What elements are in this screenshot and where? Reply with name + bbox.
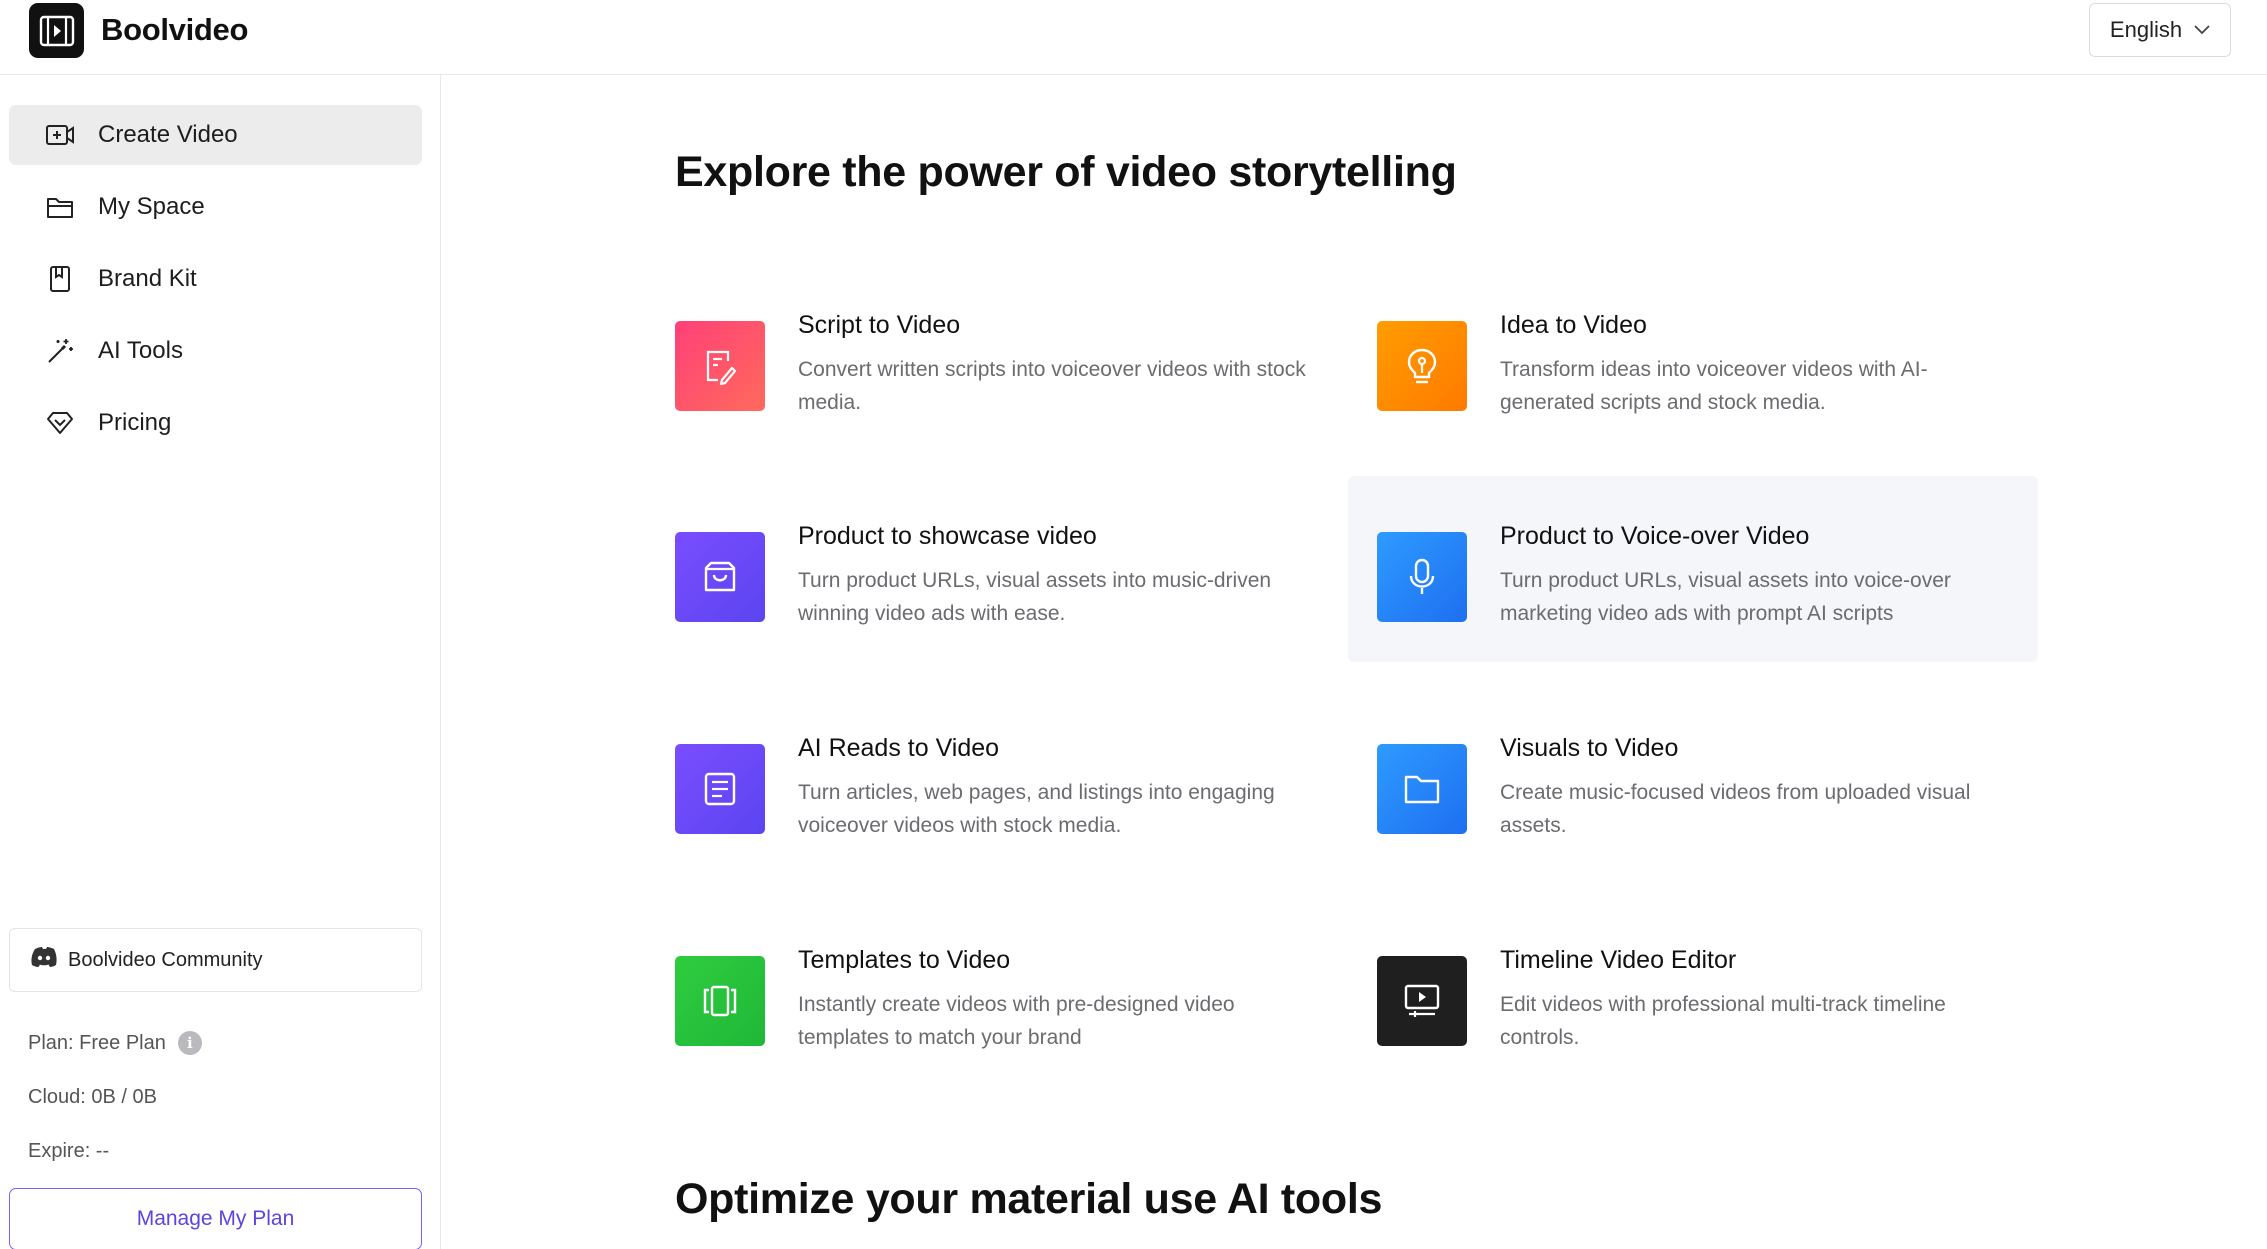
card-title: Product to showcase video: [798, 522, 1097, 550]
card-timeline-video-editor[interactable]: Timeline Video Editor Edit videos with p…: [1348, 915, 2038, 1101]
lightbulb-icon: [1377, 321, 1467, 411]
manage-plan-button[interactable]: Manage My Plan: [9, 1188, 422, 1249]
section-title-ai-tools: Optimize your material use AI tools: [675, 1175, 1383, 1223]
microphone-icon: [1377, 532, 1467, 622]
templates-icon: [675, 956, 765, 1046]
card-title: AI Reads to Video: [798, 734, 1000, 762]
card-title: Timeline Video Editor: [1500, 946, 1737, 974]
expire-label: Expire: --: [28, 1140, 110, 1162]
card-description: Turn articles, web pages, and listings i…: [798, 781, 1275, 837]
card-product-voiceover-video[interactable]: Product to Voice-over Video Turn product…: [1348, 476, 2038, 662]
card-description: Instantly create videos with pre-designe…: [798, 993, 1235, 1049]
sidebar: Create Video My Space Brand Kit AI Tools…: [0, 75, 441, 1249]
card-idea-to-video[interactable]: Idea to Video Transform ideas into voice…: [1348, 280, 2038, 466]
sidebar-item-label: My Space: [98, 193, 205, 220]
folder-icon: [44, 191, 76, 223]
sidebar-item-label: Brand Kit: [98, 265, 197, 292]
card-title: Templates to Video: [798, 946, 1011, 974]
sidebar-item-label: AI Tools: [98, 337, 183, 364]
timeline-editor-icon: [1377, 956, 1467, 1046]
folder-icon: [1377, 744, 1467, 834]
top-header: Boolvideo English: [0, 0, 2267, 75]
page-title: Explore the power of video storytelling: [675, 148, 1457, 196]
card-description: Convert written scripts into voiceover v…: [798, 358, 1306, 414]
card-ai-reads-to-video[interactable]: AI Reads to Video Turn articles, web pag…: [646, 703, 1336, 889]
sidebar-item-create-video[interactable]: Create Video: [9, 105, 422, 165]
community-label: Boolvideo Community: [68, 948, 263, 971]
sidebar-item-label: Create Video: [98, 121, 238, 148]
discord-icon: [30, 946, 58, 974]
language-selector[interactable]: English: [2089, 3, 2231, 57]
info-icon[interactable]: i: [177, 1031, 202, 1055]
cloud-label: Cloud: 0B / 0B: [28, 1086, 157, 1108]
brand-name[interactable]: Boolvideo: [101, 10, 248, 50]
chevron-down-icon: [2194, 25, 2210, 35]
magic-wand-icon: [44, 335, 76, 367]
sidebar-item-ai-tools[interactable]: AI Tools: [9, 321, 422, 381]
card-title: Visuals to Video: [1500, 734, 1679, 762]
article-icon: [675, 744, 765, 834]
plan-info: Plan: Free Plan i: [28, 1031, 202, 1055]
expire-info: Expire: --: [28, 1140, 109, 1163]
card-description: Create music-focused videos from uploade…: [1500, 781, 1971, 837]
sidebar-item-brand-kit[interactable]: Brand Kit: [9, 249, 422, 309]
cloud-info: Cloud: 0B / 0B: [28, 1086, 157, 1109]
card-description: Turn product URLs, visual assets into mu…: [798, 569, 1272, 625]
sidebar-item-my-space[interactable]: My Space: [9, 177, 422, 237]
card-description: Transform ideas into voiceover videos wi…: [1500, 358, 1928, 414]
brand-logo-icon[interactable]: [29, 3, 84, 58]
script-edit-icon: [675, 321, 765, 411]
card-title: Product to Voice-over Video: [1500, 522, 1810, 550]
video-plus-icon: [44, 119, 76, 151]
bookmark-icon: [44, 263, 76, 295]
sidebar-item-label: Pricing: [98, 409, 172, 436]
language-label: English: [2109, 17, 2183, 42]
sidebar-item-pricing[interactable]: Pricing: [9, 393, 422, 453]
card-title: Idea to Video: [1500, 311, 1647, 339]
community-link[interactable]: Boolvideo Community: [9, 928, 422, 992]
card-templates-to-video[interactable]: Templates to Video Instantly create vide…: [646, 915, 1336, 1101]
card-description: Turn product URLs, visual assets into vo…: [1500, 569, 1951, 625]
card-title: Script to Video: [798, 311, 961, 339]
plan-label: Plan: Free Plan: [28, 1031, 166, 1054]
card-product-showcase-video[interactable]: Product to showcase video Turn product U…: [646, 491, 1336, 677]
diamond-icon: [44, 407, 76, 439]
shopping-bag-icon: [675, 532, 765, 622]
card-script-to-video[interactable]: Script to Video Convert written scripts …: [646, 280, 1336, 466]
card-description: Edit videos with professional multi-trac…: [1500, 993, 1946, 1049]
card-visuals-to-video[interactable]: Visuals to Video Create music-focused vi…: [1348, 703, 2038, 889]
